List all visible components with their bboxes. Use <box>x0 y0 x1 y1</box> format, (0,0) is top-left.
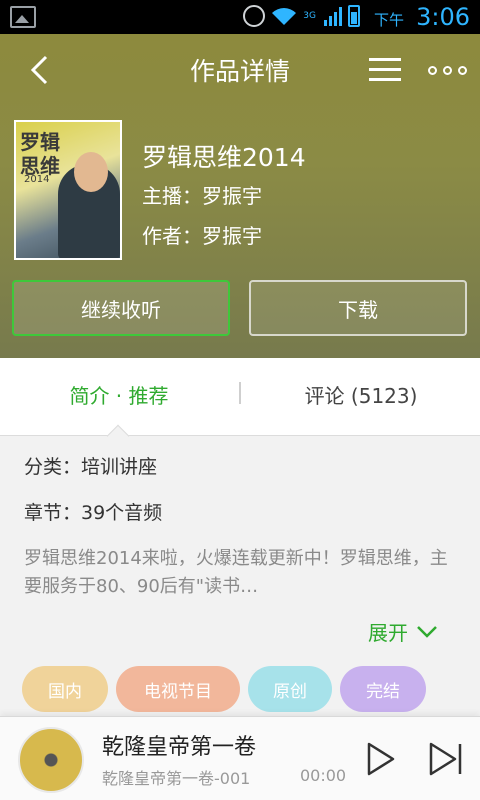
mini-player[interactable]: 乾隆皇帝第一卷 乾隆皇帝第一卷-001 00:00 <box>0 716 480 800</box>
chapters-text: 章节：39个音频 <box>24 502 163 524</box>
more-button[interactable] <box>428 66 467 75</box>
album-header: 作品详情 罗辑思维 2014 罗辑思维2014 主播：罗振宇 作者：罗振宇 继续… <box>0 34 480 358</box>
tag-chip[interactable]: 电视节目 <box>116 666 240 712</box>
description-text: 罗辑思维2014来啦，火爆连载更新中！罗辑思维，主要服务于80、90后有"读书… <box>24 548 448 597</box>
tag-chip[interactable]: 完结 <box>340 666 426 712</box>
cover-year: 2014 <box>24 174 50 185</box>
tab-divider <box>239 382 241 404</box>
expand-button[interactable]: 展开 <box>368 617 438 646</box>
expand-label: 展开 <box>368 621 408 645</box>
tag-chip[interactable]: 原创 <box>248 666 332 712</box>
time-period: 下午 <box>373 11 404 29</box>
status-bar: 3G 下午 3:06 <box>0 0 480 34</box>
category-text: 分类：培训讲座 <box>24 456 158 478</box>
play-button[interactable] <box>366 741 396 777</box>
alarm-icon <box>243 5 266 27</box>
battery-icon <box>348 5 360 27</box>
next-button[interactable] <box>428 741 464 777</box>
more-dots-icon <box>428 66 437 75</box>
cover-face <box>74 152 108 192</box>
status-icons: 3G <box>243 5 360 27</box>
cover-title: 罗辑思维 <box>20 130 60 178</box>
tab-intro[interactable]: 简介 · 推荐 <box>0 380 238 409</box>
gallery-icon <box>10 6 36 28</box>
album-author: 作者：罗振宇 <box>142 224 262 248</box>
menu-button[interactable] <box>369 58 401 84</box>
signal-icon <box>324 6 342 26</box>
continue-listening-button[interactable]: 继续收听 <box>12 280 230 336</box>
now-playing-cover[interactable] <box>18 727 84 793</box>
play-icon <box>367 742 395 776</box>
tab-comments[interactable]: 评论 (5123) <box>242 380 480 409</box>
wifi-icon <box>271 6 297 26</box>
skip-next-icon <box>429 742 462 776</box>
album-cover[interactable]: 罗辑思维 2014 <box>14 120 122 260</box>
tab-bar: 简介 · 推荐 评论 (5123) <box>0 358 480 436</box>
now-playing-title: 乾隆皇帝第一卷 <box>102 735 257 760</box>
now-playing-time: 00:00 <box>300 766 347 785</box>
album-host: 主播：罗振宇 <box>142 184 262 208</box>
download-button[interactable]: 下载 <box>249 280 467 336</box>
tag-chip[interactable]: 国内 <box>22 666 108 712</box>
chevron-down-icon <box>417 625 437 638</box>
page-title: 作品详情 <box>189 57 290 86</box>
list-icon <box>369 58 401 61</box>
clock: 3:06 <box>416 3 470 31</box>
network-label: 3G <box>303 10 316 21</box>
now-playing-episode: 乾隆皇帝第一卷-001 <box>102 769 251 788</box>
album-title: 罗辑思维2014 <box>142 143 306 172</box>
